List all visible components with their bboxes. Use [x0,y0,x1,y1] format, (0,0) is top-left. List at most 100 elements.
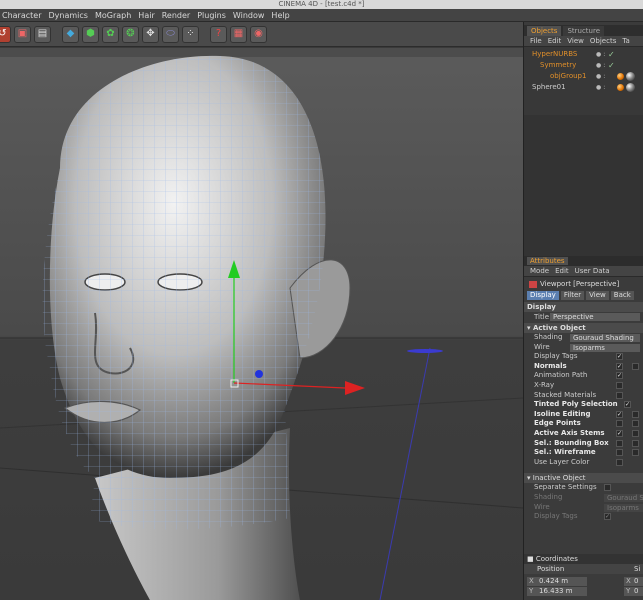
back-button[interactable]: Back [610,291,634,300]
title-row: Title Perspective [524,312,643,323]
object-row-objgroup[interactable]: objGroup1 ●: [524,71,643,82]
object-row-hypernurbs[interactable]: HyperNURBS ●: ✓ [524,49,643,60]
sel-bounding-box-checkbox[interactable] [616,439,623,447]
nurbs-icon[interactable]: ⬢ [82,25,99,43]
size-label: Si [634,565,641,573]
object-row-symmetry[interactable]: Symmetry ●: ✓ [524,60,643,71]
attribute-tab-buttons: Display Filter View Back [524,291,643,300]
view-button[interactable]: View [586,291,609,300]
sel-wireframe-checkbox[interactable] [616,449,623,457]
check-icon[interactable]: ✓ [608,60,615,71]
camera-icon[interactable]: ⁘ [182,25,199,43]
environment-icon[interactable]: ⬭ [162,25,179,43]
objects-menu-objects[interactable]: Objects [590,37,616,45]
render-view-icon[interactable]: ▣ [14,25,31,43]
position-x-field[interactable]: X 0.424 m [527,577,587,586]
object-row-sphere[interactable]: Sphere01 ●: [524,82,643,93]
panel-spacer [524,115,643,260]
menu-window[interactable]: Window [233,11,265,20]
shading-dropdown[interactable]: Gouraud Shading [570,334,640,342]
deformer-icon[interactable]: ✥ [142,25,159,43]
separate-settings-checkbox[interactable] [604,484,611,492]
help-icon[interactable]: ? [210,25,227,43]
menu-mograph[interactable]: MoGraph [95,11,131,20]
inactive-display-tags-checkbox[interactable]: ✓ [604,513,611,521]
x-ray-row: X-Ray [524,381,643,391]
tab-structure[interactable]: Structure [563,26,605,36]
edge-points-row: Edge Points [524,419,643,429]
active-object-options: Display Tags ✓ Normals ✓ Animation Path ✓ X… [524,352,643,467]
menu-help[interactable]: Help [271,11,289,20]
position-y-field[interactable]: Y 16.433 m [527,587,587,596]
bounding-box-extra-checkbox[interactable] [632,439,639,447]
inactive-shading-row: Shading Gouraud S [534,492,643,502]
stacked-materials-checkbox[interactable] [616,391,623,399]
tinted-poly-selection-checkbox[interactable]: ✓ [624,401,631,409]
inactive-shading-dropdown[interactable]: Gouraud S [604,493,643,502]
material-tag-icon[interactable] [617,84,624,91]
material-tag-icon[interactable] [617,73,624,80]
use-layer-color-checkbox[interactable] [616,458,623,466]
menu-render[interactable]: Render [162,11,190,20]
isoline-editing-checkbox[interactable]: ✓ [616,410,623,418]
cube-icon[interactable]: ◆ [62,25,79,43]
wireframe-extra-checkbox[interactable] [632,449,639,457]
object-tags [617,83,637,92]
edge-points-extra-checkbox[interactable] [632,420,639,428]
section-active-object[interactable]: ▾ Active Object [524,323,643,333]
render-icon[interactable]: ◉ [250,25,267,43]
inactive-wire-dropdown[interactable]: Isoparms [604,503,643,512]
inactive-display-tags-row: Display Tags ✓ [534,512,611,521]
sel-wireframe-row: Sel.: Wireframe [524,448,643,458]
menu-hair[interactable]: Hair [138,11,154,20]
title-field[interactable]: Perspective [550,313,640,321]
spline-icon[interactable]: ❂ [122,25,139,43]
wire-dropdown[interactable]: Isoparms [570,343,640,352]
axis-stems-extra-checkbox[interactable] [632,429,639,437]
check-icon[interactable]: ✓ [608,49,615,60]
section-inactive-object[interactable]: ▾ Inactive Object [524,473,643,484]
render-settings-icon[interactable]: ▤ [34,25,51,43]
normals-checkbox[interactable]: ✓ [616,362,623,370]
viewport-perspective[interactable] [0,48,523,600]
isoline-extra-checkbox[interactable] [632,410,639,418]
separate-settings-row: Separate Settings [524,483,643,493]
object-name: HyperNURBS [532,50,578,58]
material-tag-icon[interactable] [626,72,635,81]
attributes-panel: Attributes Mode Edit User Data Viewport … [524,256,643,522]
active-axis-stems-checkbox[interactable]: ✓ [616,429,623,437]
objects-tabs: Objects Structure [524,25,643,36]
display-button[interactable]: Display [527,291,559,300]
coordinates-panel: ■ Coordinates Position Si X 0.424 m Y 16.4… [524,554,643,598]
picture-viewer-icon[interactable]: ▦ [230,25,247,43]
display-tags-checkbox[interactable]: ✓ [616,353,623,361]
edge-points-checkbox[interactable] [616,420,623,428]
attributes-menu-edit[interactable]: Edit [555,267,569,275]
section-display: Display [524,302,643,312]
normals-extra-checkbox[interactable] [632,362,639,370]
menu-character[interactable]: Character [2,11,42,20]
object-name: Symmetry [540,61,577,69]
objects-menu-tags[interactable]: Ta [622,37,629,45]
size-y-field[interactable]: Y0 [624,587,643,596]
menu-plugins[interactable]: Plugins [197,11,226,20]
undo-icon[interactable]: ↺ [0,25,11,43]
animation-path-row: Animation Path ✓ [534,371,623,380]
objects-menu-view[interactable]: View [567,37,584,45]
size-x-field[interactable]: X0 [624,577,643,586]
material-tag-icon[interactable] [626,83,635,92]
tab-attributes[interactable]: Attributes [527,257,568,265]
objects-menu-edit[interactable]: Edit [548,37,562,45]
object-tags [617,72,637,81]
objects-menu-file[interactable]: File [530,37,542,45]
x-ray-checkbox[interactable] [616,381,623,389]
menu-dynamics[interactable]: Dynamics [49,11,88,20]
animation-path-checkbox[interactable]: ✓ [616,372,623,380]
filter-button[interactable]: Filter [560,291,585,300]
array-icon[interactable]: ✿ [102,25,119,43]
tab-objects[interactable]: Objects [527,26,562,36]
tinted-poly-selection-row: Tinted Poly Selection ✓ [534,400,631,409]
attributes-menu-mode[interactable]: Mode [530,267,549,275]
attributes-menu-user-data[interactable]: User Data [575,267,610,275]
wire-row: Wire Isoparms [524,343,643,353]
